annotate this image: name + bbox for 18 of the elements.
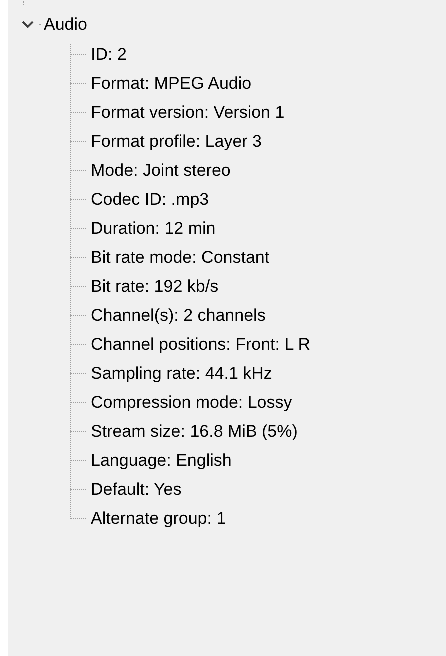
- tree-item-label[interactable]: ID: 2: [91, 42, 127, 68]
- tree-item-label[interactable]: Bit rate: 192 kb/s: [91, 274, 219, 300]
- tree-item-label[interactable]: Sampling rate: 44.1 kHz: [91, 360, 272, 386]
- tree-item-label[interactable]: Format profile: Layer 3: [91, 128, 262, 154]
- tree-item-label[interactable]: Format: MPEG Audio: [91, 70, 252, 96]
- tree-node-label[interactable]: Audio: [44, 12, 88, 38]
- tree-item-label[interactable]: Default: Yes: [91, 476, 182, 502]
- tree-item-label[interactable]: Channel(s): 2 channels: [91, 302, 266, 328]
- tree-item-label[interactable]: Language: English: [91, 448, 232, 474]
- tree-item-label[interactable]: Channel positions: Front: L R: [91, 332, 311, 358]
- tree-item-label[interactable]: Duration: 12 min: [91, 216, 216, 242]
- tree-item-label[interactable]: Mode: Joint stereo: [91, 158, 231, 184]
- tree-item-label[interactable]: Alternate group: 1: [91, 506, 226, 532]
- tree-item-label[interactable]: Format version: Version 1: [91, 100, 285, 126]
- tree-item-label[interactable]: Stream size: 16.8 MiB (5%): [91, 418, 298, 444]
- tree-item-label[interactable]: Bit rate mode: Constant: [91, 244, 270, 270]
- tree-item-label[interactable]: Codec ID: .mp3: [91, 186, 210, 212]
- tree-item-label[interactable]: Compression mode: Lossy: [91, 390, 292, 416]
